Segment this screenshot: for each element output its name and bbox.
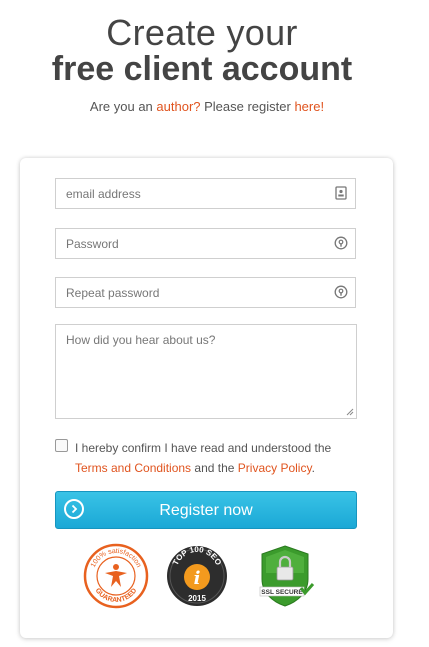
confirm-text-2: and the bbox=[191, 461, 238, 475]
confirm-text-1: I hereby confirm I have read and underst… bbox=[75, 441, 332, 455]
confirm-checkbox[interactable] bbox=[55, 439, 68, 452]
page-title-light: Create your bbox=[106, 12, 298, 53]
repeat-password-field[interactable]: Repeat password bbox=[55, 277, 356, 308]
satisfaction-guaranteed-badge: 100% satisfaction GUARANTEED bbox=[83, 543, 149, 609]
ssl-secure-badge: SSL SECURE bbox=[259, 545, 315, 607]
contact-card-icon bbox=[335, 186, 347, 200]
confirm-text-3: . bbox=[311, 461, 315, 475]
password-field[interactable]: Password bbox=[55, 228, 356, 259]
referral-placeholder: How did you hear about us? bbox=[66, 333, 216, 347]
lock-icon bbox=[334, 236, 348, 250]
privacy-link[interactable]: Privacy Policy bbox=[238, 461, 312, 475]
subtitle-middle: Please register bbox=[200, 99, 295, 114]
email-placeholder: email address bbox=[66, 187, 141, 201]
email-field[interactable]: email address bbox=[55, 178, 356, 209]
page-title-bold: free client account bbox=[51, 50, 353, 88]
info-i-glyph: i bbox=[194, 568, 201, 589]
author-link[interactable]: author? bbox=[156, 99, 200, 114]
registration-card: email address Password Repeat password H… bbox=[20, 158, 393, 638]
seo-year-text: 2015 bbox=[188, 594, 206, 603]
terms-link[interactable]: Terms and Conditions bbox=[75, 461, 191, 475]
subtitle-prefix: Are you an bbox=[89, 99, 157, 114]
register-here-link[interactable]: here! bbox=[294, 99, 324, 114]
referral-textarea[interactable]: How did you hear about us? bbox=[55, 324, 357, 419]
padlock-icon bbox=[276, 566, 294, 581]
resize-handle-icon[interactable] bbox=[346, 408, 354, 416]
ssl-secure-text: SSL SECURE bbox=[261, 589, 303, 596]
password-placeholder: Password bbox=[66, 237, 119, 251]
confirm-text: I hereby confirm I have read and underst… bbox=[75, 438, 375, 478]
repeat-password-placeholder: Repeat password bbox=[66, 286, 160, 300]
register-button[interactable]: Register now bbox=[55, 491, 357, 529]
trust-badges: 100% satisfaction GUARANTEED TOP 100 SEO… bbox=[20, 543, 393, 613]
lock-icon bbox=[334, 285, 348, 299]
top-100-seo-badge: TOP 100 SEO i 2015 bbox=[167, 545, 227, 606]
subtitle: Are you an author? Please register here! bbox=[0, 99, 414, 114]
register-button-label: Register now bbox=[159, 502, 253, 519]
